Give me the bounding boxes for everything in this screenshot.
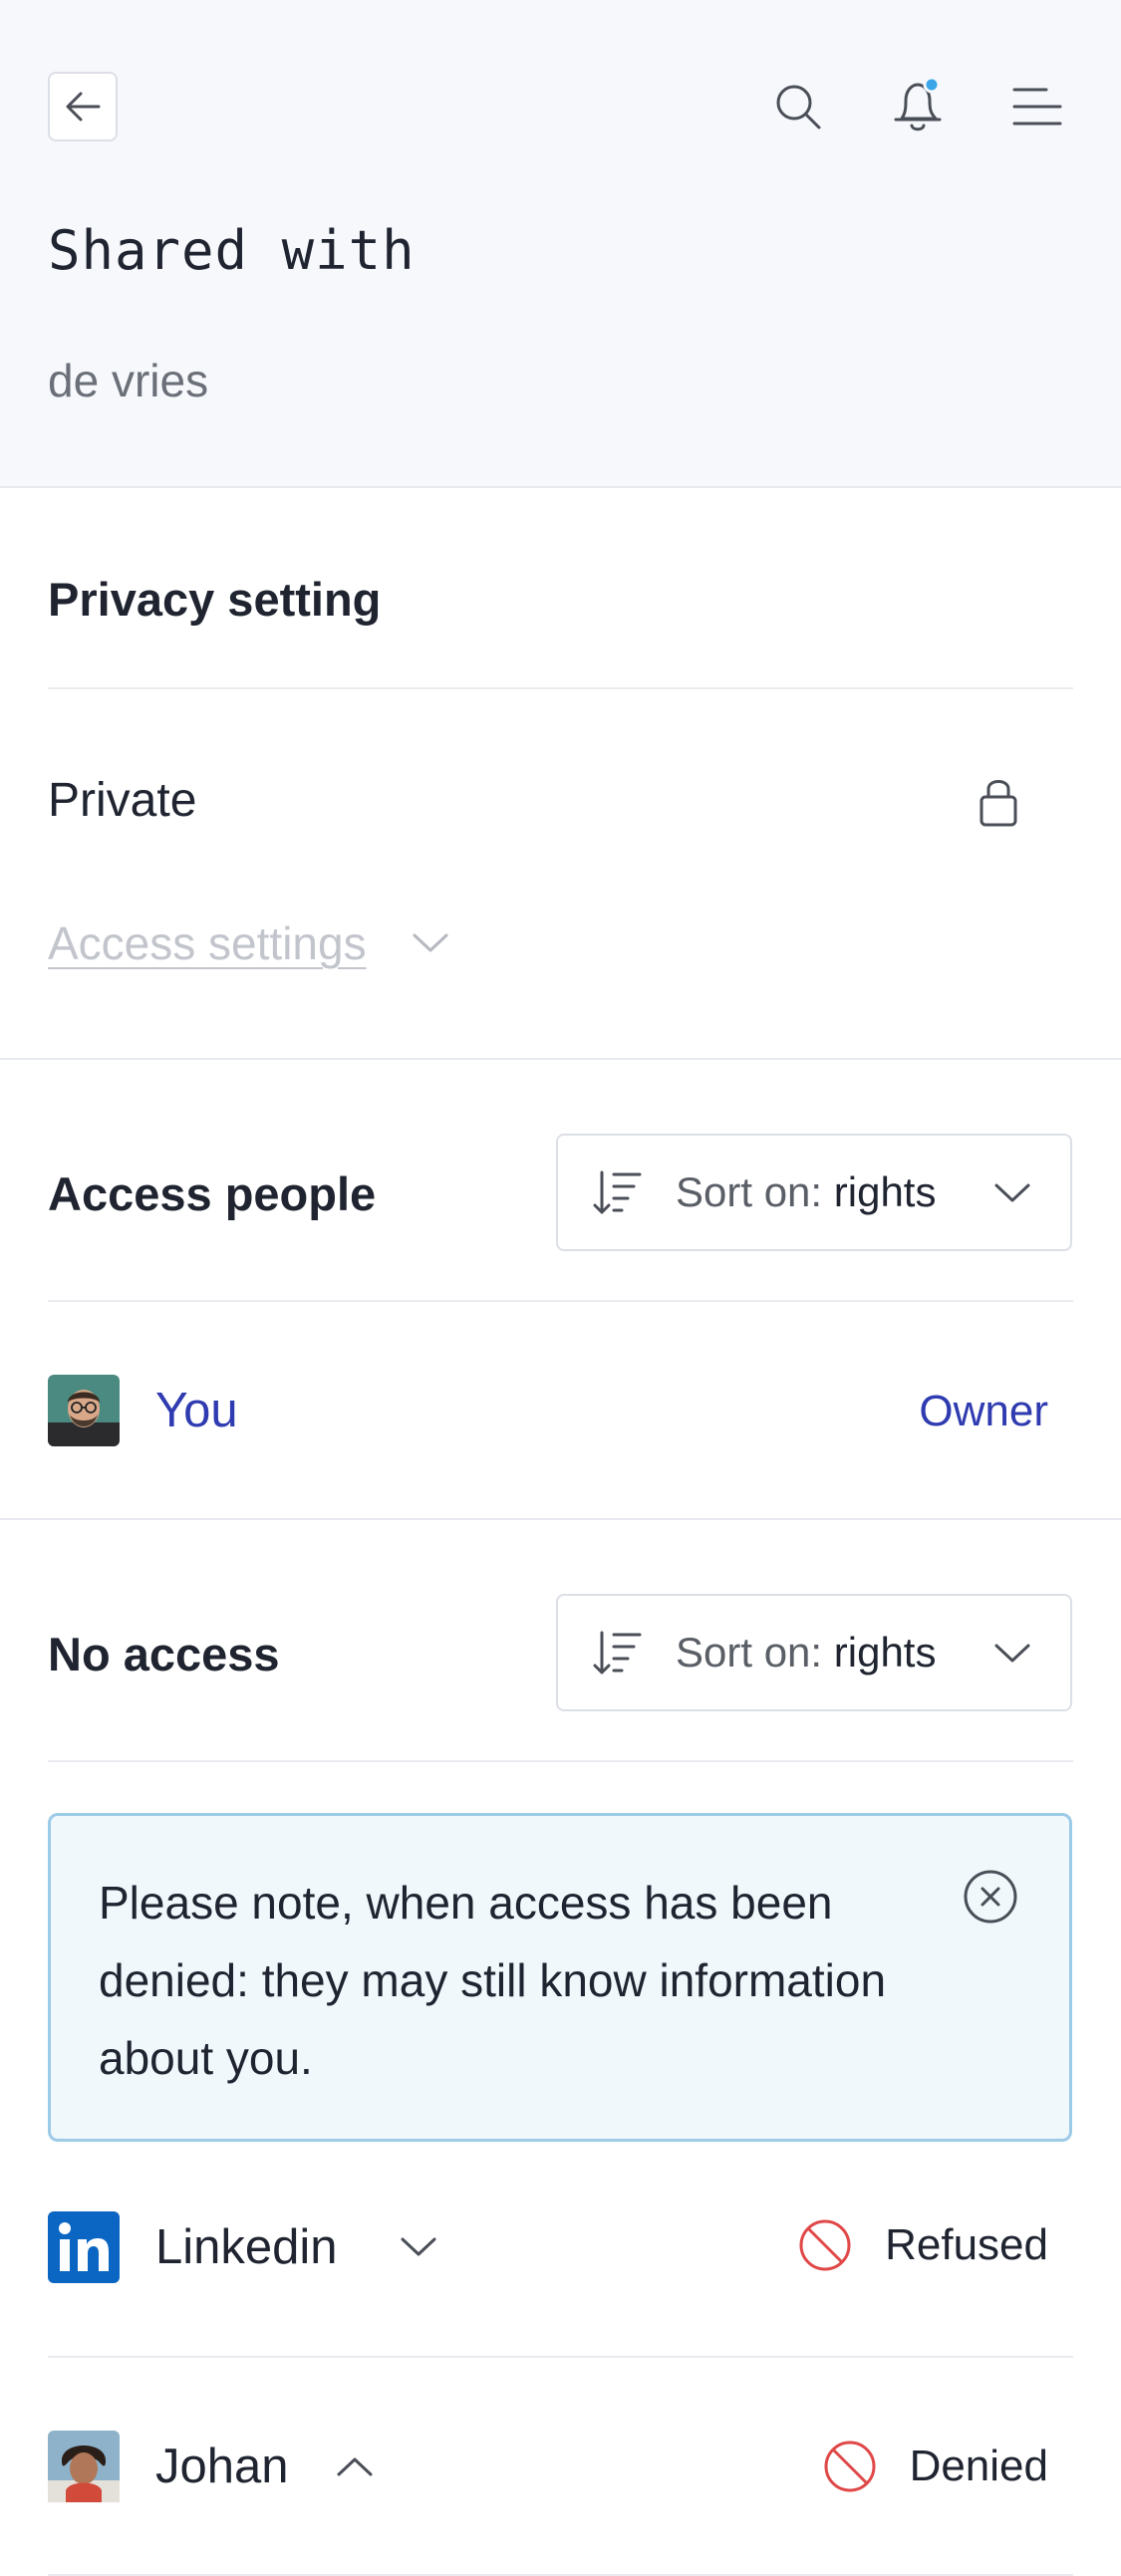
divider <box>48 1760 1073 1762</box>
status-text: Denied <box>909 2442 1048 2490</box>
chevron-down-icon <box>994 1644 1030 1663</box>
access-people-heading: Access people <box>48 1167 377 1220</box>
sort-prefix: Sort on: <box>676 1168 823 1215</box>
access-settings-link[interactable]: Access settings <box>48 916 367 970</box>
divider <box>48 1300 1073 1302</box>
close-circle-icon[interactable] <box>962 1868 1019 1926</box>
linkedin-icon <box>48 2211 120 2283</box>
denied-access-notice: Please note, when access has been denied… <box>48 1813 1072 2142</box>
status-badge: Denied <box>822 2439 1048 2494</box>
privacy-setting-heading: Privacy setting <box>48 573 382 626</box>
sort-icon <box>593 1631 642 1674</box>
access-settings-toggle[interactable]: Access settings <box>48 916 450 970</box>
bell-icon <box>894 77 942 131</box>
notifications-button[interactable] <box>883 72 953 141</box>
back-arrow-icon <box>66 92 101 122</box>
list-item[interactable]: Johan Denied <box>48 2431 1072 2502</box>
page-subtitle: de vries <box>48 355 209 406</box>
search-icon <box>776 85 821 129</box>
menu-icon <box>1012 88 1062 126</box>
sort-prefix: Sort on: <box>676 1629 823 1675</box>
person-row[interactable]: You Owner <box>48 1375 1072 1446</box>
sort-icon <box>593 1170 642 1214</box>
entry-name[interactable]: Johan <box>155 2439 289 2494</box>
list-item[interactable]: Linkedin Refused <box>48 2211 1072 2283</box>
person-role[interactable]: Owner <box>919 1387 1048 1436</box>
chevron-down-icon <box>413 933 448 952</box>
sort-value: rights <box>833 1168 937 1215</box>
section-divider <box>0 1058 1121 1060</box>
avatar <box>48 1375 120 1446</box>
notice-text: Please note, when access has been denied… <box>99 1877 887 2084</box>
search-button[interactable] <box>763 72 833 141</box>
chevron-up-icon[interactable] <box>335 2454 375 2478</box>
no-access-sort-dropdown[interactable]: Sort on: rights <box>556 1594 1072 1711</box>
entry-name[interactable]: Linkedin <box>155 2219 338 2275</box>
chevron-down-icon[interactable] <box>399 2235 438 2259</box>
lock-icon <box>980 780 1017 827</box>
prohibited-icon <box>824 2441 876 2492</box>
back-button[interactable] <box>48 72 118 141</box>
access-people-sort-dropdown[interactable]: Sort on: rights <box>556 1134 1072 1251</box>
divider <box>48 2356 1073 2358</box>
status-text: Refused <box>885 2220 1048 2269</box>
divider <box>48 687 1073 689</box>
notification-dot <box>923 77 941 94</box>
no-access-heading: No access <box>48 1628 280 1680</box>
section-divider <box>0 1518 1121 1520</box>
sort-value: rights <box>833 1629 937 1675</box>
status-badge: Refused <box>797 2217 1048 2273</box>
prohibited-icon <box>799 2219 851 2271</box>
sort-label: Sort on: rights <box>676 1629 936 1676</box>
person-name[interactable]: You <box>155 1383 238 1438</box>
avatar <box>48 2431 120 2502</box>
page-header: Shared with de vries <box>0 0 1121 488</box>
menu-button[interactable] <box>1002 72 1072 141</box>
sort-label: Sort on: rights <box>676 1168 936 1216</box>
chevron-down-icon <box>994 1183 1030 1202</box>
page-title: Shared with <box>48 219 416 282</box>
privacy-value: Private <box>48 774 197 827</box>
